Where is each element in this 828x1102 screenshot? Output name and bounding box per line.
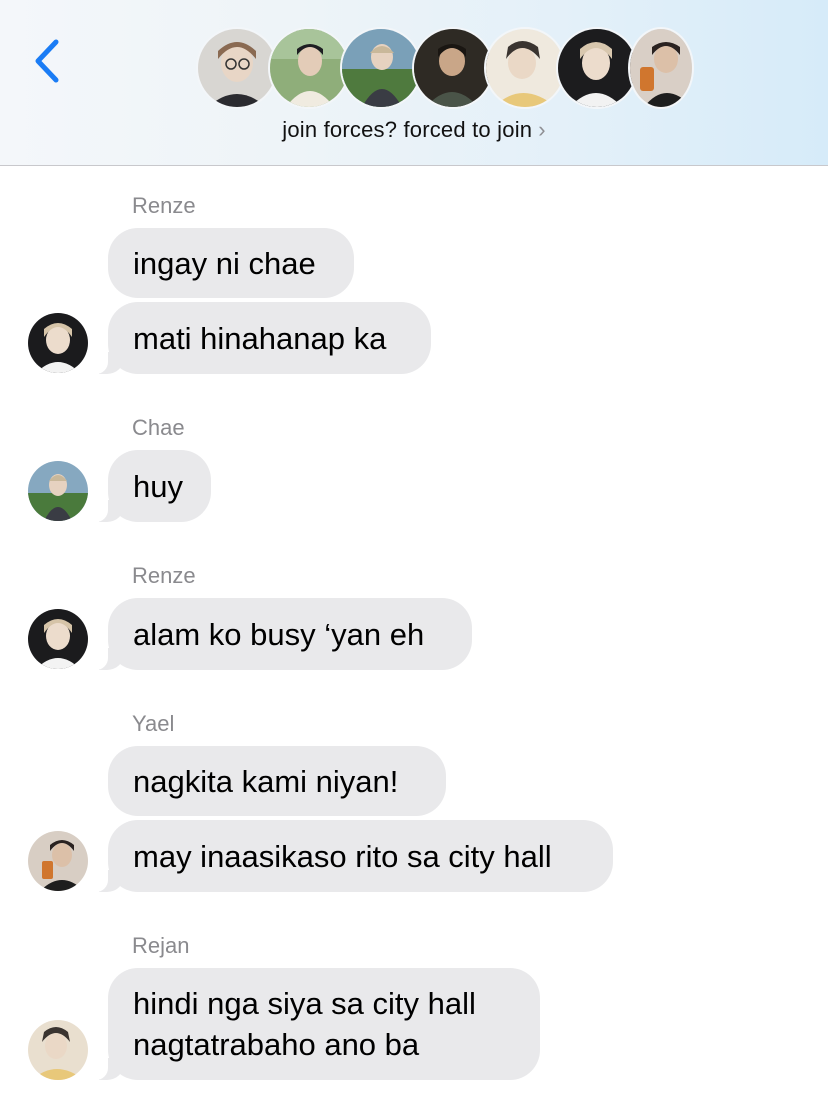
member-avatar	[268, 27, 350, 109]
message-text: ingay ni chae	[133, 245, 316, 281]
message-bubble[interactable]: alam ko busy ‘yan eh	[82, 598, 472, 670]
avatar[interactable]	[28, 461, 88, 521]
conversation-header: join forces? forced to join ›	[0, 0, 828, 166]
message-text: nagkita kami niyan!	[133, 763, 399, 799]
message-bubble[interactable]: huy	[82, 450, 211, 522]
sender-name: Rejan	[132, 933, 190, 958]
avatar[interactable]	[28, 313, 88, 373]
member-avatar	[412, 27, 494, 109]
group-avatars[interactable]	[196, 27, 694, 109]
message-text: may inaasikaso rito sa city hall	[133, 838, 552, 874]
member-avatar	[484, 27, 566, 109]
message-bubble[interactable]: may inaasikaso rito sa city hall	[82, 820, 613, 892]
avatar[interactable]	[28, 831, 88, 891]
message-bubble[interactable]: hindi nga siya sa city hall nagtatrabaho…	[82, 968, 540, 1080]
sender-name: Renze	[132, 193, 196, 218]
chevron-right-icon: ›	[538, 117, 546, 142]
member-avatar	[628, 27, 694, 109]
sender-name: Yael	[132, 711, 175, 736]
message-text-line: nagtatrabaho ano ba	[133, 1027, 420, 1062]
message-text: mati hinahanap ka	[133, 320, 387, 356]
avatar[interactable]	[28, 1020, 88, 1080]
member-avatar	[556, 27, 638, 109]
message-text-line: hindi nga siya sa city hall	[133, 986, 476, 1021]
avatar[interactable]	[28, 609, 88, 669]
member-avatar	[196, 27, 278, 109]
chevron-left-icon	[35, 39, 59, 83]
member-avatar	[340, 27, 422, 109]
sender-name: Renze	[132, 563, 196, 588]
message-bubble[interactable]: nagkita kami niyan!	[108, 746, 446, 816]
group-name[interactable]: join forces? forced to join ›	[0, 117, 828, 143]
message-bubble[interactable]: mati hinahanap ka	[82, 302, 431, 374]
back-button[interactable]	[28, 34, 68, 88]
sender-name: Chae	[132, 415, 185, 440]
message-text: huy	[133, 468, 183, 504]
message-bubble[interactable]: ingay ni chae	[108, 228, 354, 298]
message-text: alam ko busy ‘yan eh	[133, 616, 425, 652]
group-name-label: join forces? forced to join	[282, 117, 533, 142]
